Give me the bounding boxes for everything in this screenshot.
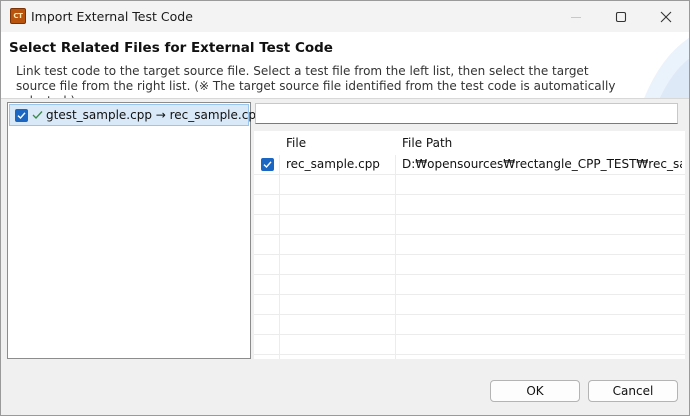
checkmark-icon xyxy=(263,161,272,169)
table-row-empty xyxy=(254,315,685,335)
table-row[interactable]: rec_sample.cpp D:₩opensources₩rectangle_… xyxy=(254,155,685,175)
minimize-icon xyxy=(571,16,581,18)
dialog-window: CT Import External Test Code Select Rela… xyxy=(0,0,690,416)
table-row-empty xyxy=(254,275,685,295)
maximize-icon xyxy=(615,11,627,22)
list-item-checkbox[interactable] xyxy=(15,108,28,122)
ok-button[interactable]: OK xyxy=(490,380,580,402)
table-row-empty xyxy=(254,295,685,315)
cell-file-path: D:₩opensources₩rectangle_CPP_TEST₩rec_sa… xyxy=(402,157,682,171)
window-title: Import External Test Code xyxy=(31,9,193,24)
filter-input[interactable] xyxy=(255,103,678,124)
source-file-table[interactable]: File File Path rec_sample.cpp D:₩opensou… xyxy=(254,131,685,359)
table-row-empty xyxy=(254,215,685,235)
table-row-empty xyxy=(254,335,685,355)
list-item-label: gtest_sample.cpp → rec_sample.cpp xyxy=(46,108,264,122)
checkmark-icon xyxy=(17,111,26,119)
linked-check-icon xyxy=(32,110,43,120)
close-button[interactable] xyxy=(643,1,689,32)
cancel-button[interactable]: Cancel xyxy=(588,380,678,402)
row-checkbox[interactable] xyxy=(261,158,274,171)
minimize-button[interactable] xyxy=(553,1,599,32)
maximize-button[interactable] xyxy=(598,1,644,32)
page-title: Select Related Files for External Test C… xyxy=(9,40,333,56)
table-row-empty xyxy=(254,195,685,215)
title-bar[interactable]: CT Import External Test Code xyxy=(1,1,689,32)
list-item[interactable]: gtest_sample.cpp → rec_sample.cpp xyxy=(9,104,264,126)
close-icon xyxy=(660,11,672,22)
test-file-list[interactable]: gtest_sample.cpp → rec_sample.cpp xyxy=(7,102,264,359)
header-divider xyxy=(1,98,689,99)
page-description: Link test code to the target source file… xyxy=(16,64,616,99)
table-header: File File Path xyxy=(254,131,685,155)
table-row-empty xyxy=(254,235,685,255)
table-row-empty xyxy=(254,255,685,275)
table-row-empty xyxy=(254,175,685,195)
dialog-header: Select Related Files for External Test C… xyxy=(1,32,689,99)
column-header-file[interactable]: File xyxy=(286,136,306,150)
cell-file: rec_sample.cpp xyxy=(286,157,380,171)
column-header-file-path[interactable]: File Path xyxy=(402,136,452,150)
app-icon: CT xyxy=(10,8,26,24)
